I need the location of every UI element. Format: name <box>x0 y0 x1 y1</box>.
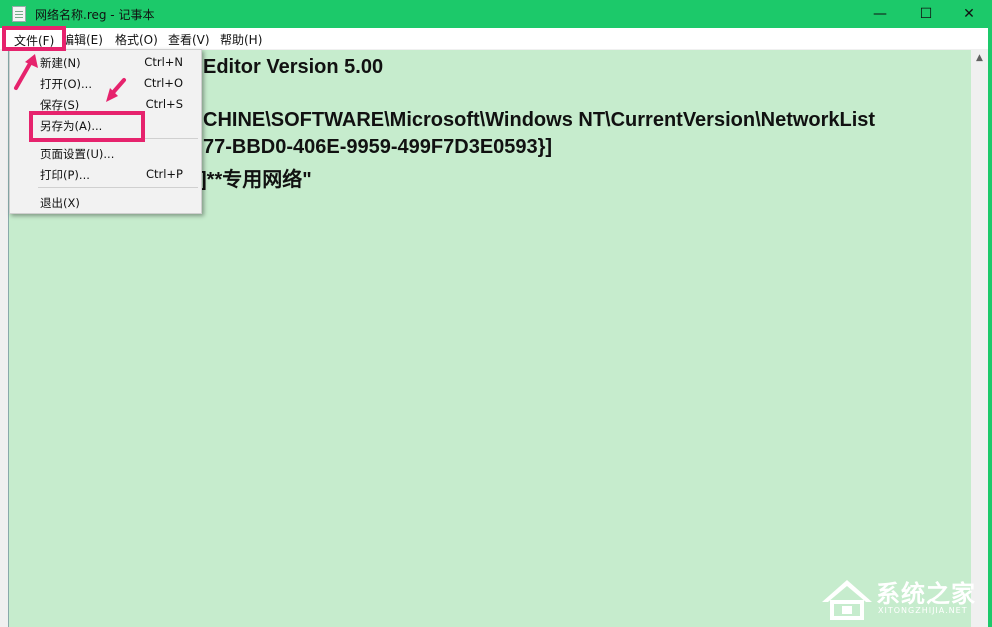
menu-item-label: 退出(X) <box>40 196 80 210</box>
menu-item-shortcut: Ctrl+O <box>143 76 183 90</box>
window-title: 网络名称.reg - 记事本 <box>35 8 155 22</box>
menu-bar: 文件(F) 编辑(E) 格式(O) 查看(V) 帮助(H) <box>0 28 992 49</box>
watermark-text: 系统之家 <box>876 580 976 608</box>
scroll-up-arrow-icon[interactable]: ▲ <box>971 50 988 67</box>
menu-edit[interactable]: 编辑(E) <box>62 31 103 48</box>
window-border <box>988 28 992 627</box>
menu-item-page-setup[interactable]: 页面设置(U)... <box>10 143 201 163</box>
vertical-scrollbar[interactable]: ▲ <box>971 50 988 627</box>
menu-format[interactable]: 格式(O) <box>115 31 158 48</box>
close-button[interactable]: ✕ <box>946 0 992 28</box>
minimize-button[interactable]: — <box>857 0 903 28</box>
notepad-icon <box>12 6 26 22</box>
menu-item-print[interactable]: 打印(P)... Ctrl+P <box>10 164 201 184</box>
watermark-logo: 系统之家 XITONGZHIJIA.NET <box>818 572 988 624</box>
menu-item-label: 打印(P)... <box>40 168 90 182</box>
text-line: CHINE\SOFTWARE\Microsoft\Windows NT\Curr… <box>203 109 876 131</box>
menu-item-shortcut: Ctrl+S <box>145 97 183 111</box>
menu-item-shortcut: Ctrl+P <box>145 167 183 181</box>
menu-item-label: 页面设置(U)... <box>40 147 115 161</box>
text-line: ]**专用网络" <box>200 169 312 191</box>
house-logo-icon <box>822 580 872 620</box>
menu-separator <box>38 187 198 188</box>
menu-item-exit[interactable]: 退出(X) <box>10 192 201 212</box>
menu-item-label: 新建(N) <box>40 56 81 70</box>
menu-item-shortcut: Ctrl+N <box>144 55 183 69</box>
title-bar: 网络名称.reg - 记事本 — ☐ ✕ <box>0 0 992 28</box>
watermark-url: XITONGZHIJIA.NET <box>878 606 968 615</box>
text-line: 77-BBD0-406E-9959-499F7D3E0593}] <box>203 136 553 158</box>
save-as-highlight <box>29 111 145 142</box>
menu-item-label: 打开(O)... <box>40 77 92 91</box>
arrow-icon <box>14 54 38 90</box>
menu-view[interactable]: 查看(V) <box>168 31 210 48</box>
text-line: Editor Version 5.00 <box>203 56 384 78</box>
menu-help[interactable]: 帮助(H) <box>220 31 262 48</box>
maximize-button[interactable]: ☐ <box>903 0 949 28</box>
file-menu-highlight <box>2 26 66 51</box>
arrow-icon <box>106 78 126 102</box>
